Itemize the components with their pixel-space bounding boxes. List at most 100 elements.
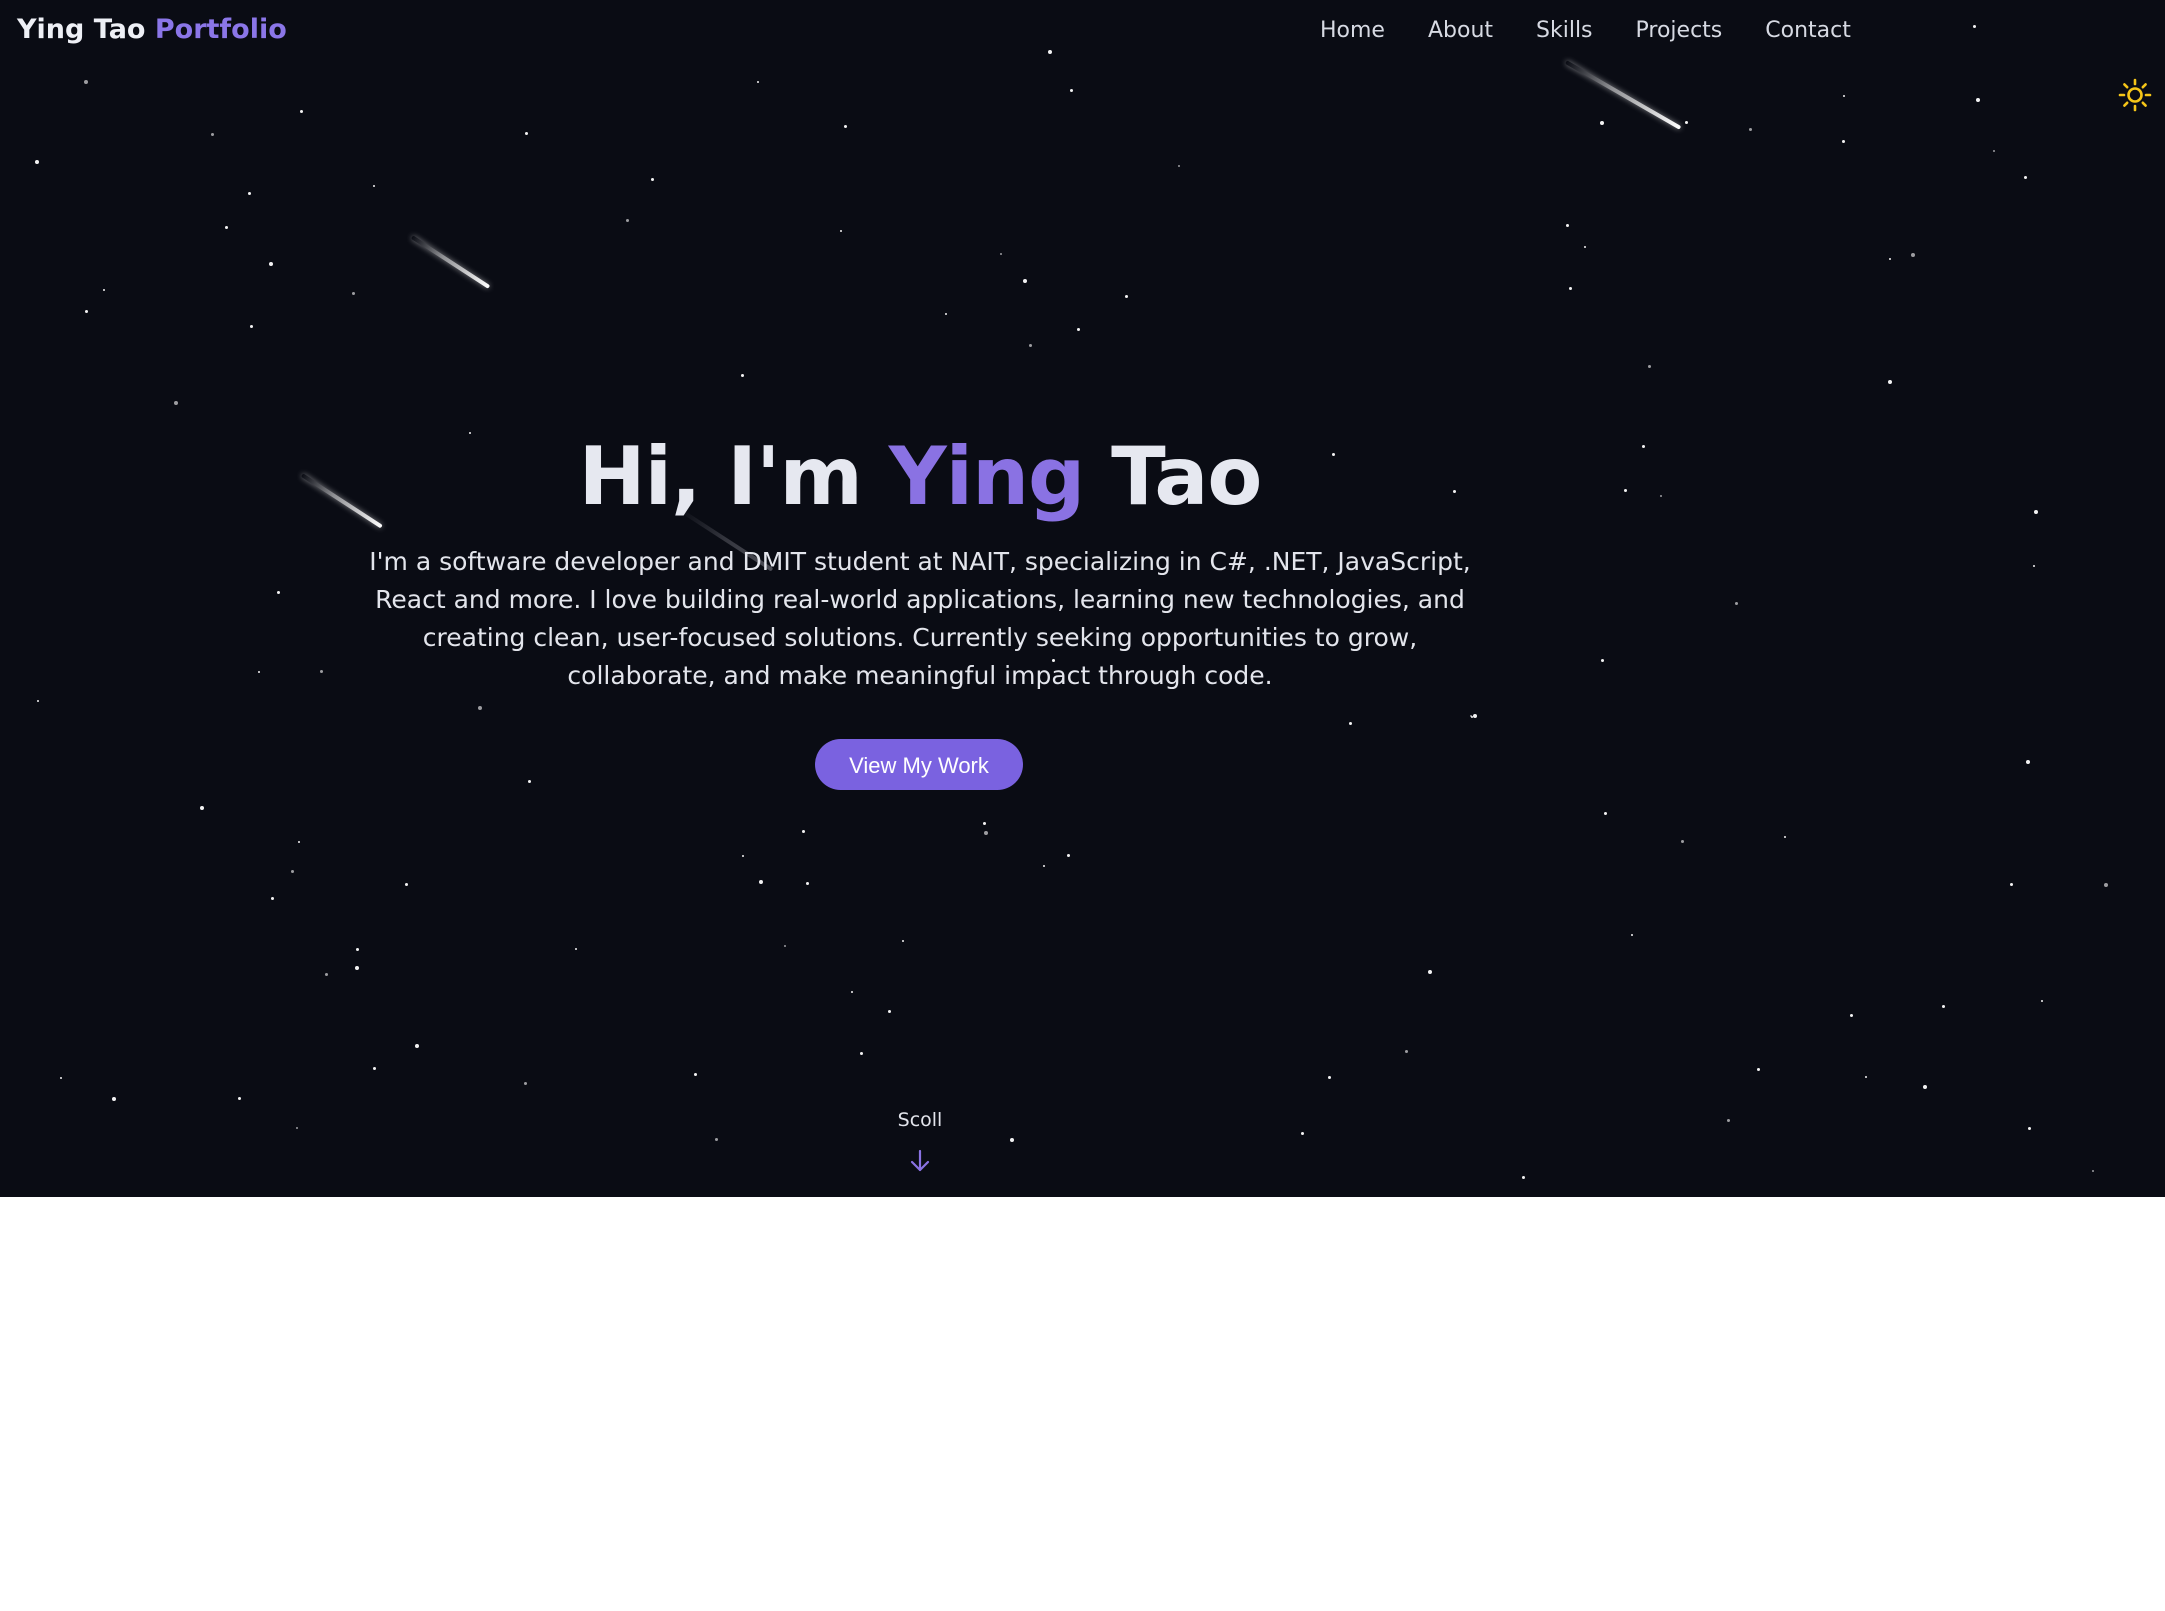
- hero-description: I'm a software developer and DMIT studen…: [369, 547, 1471, 690]
- star: [1473, 714, 1477, 718]
- star: [1973, 25, 1976, 28]
- star: [60, 1077, 62, 1079]
- star: [1566, 224, 1569, 227]
- star: [742, 855, 744, 857]
- star: [528, 780, 531, 783]
- star: [1070, 89, 1073, 92]
- star: [1125, 295, 1128, 298]
- star: [840, 230, 842, 232]
- star: [1784, 836, 1786, 838]
- star: [84, 80, 88, 84]
- arrow-down-icon[interactable]: [909, 1147, 931, 1175]
- star: [1601, 659, 1604, 662]
- star: [902, 940, 904, 942]
- star: [888, 1010, 891, 1013]
- star: [860, 1052, 863, 1055]
- star: [1685, 121, 1688, 124]
- star: [1522, 1176, 1525, 1179]
- star: [984, 831, 988, 835]
- nav-skills[interactable]: Skills: [1536, 18, 1593, 43]
- hero-title: Hi, I'm Ying Tao: [0, 430, 1840, 523]
- star: [291, 870, 294, 873]
- star: [945, 313, 947, 315]
- nav-projects[interactable]: Projects: [1636, 18, 1723, 43]
- star: [757, 81, 759, 83]
- star: [1178, 165, 1180, 167]
- star: [478, 706, 482, 710]
- star: [325, 973, 328, 976]
- nav-home[interactable]: Home: [1320, 18, 1385, 43]
- star: [1010, 1138, 1014, 1142]
- star: [1888, 380, 1892, 384]
- star: [1301, 1132, 1304, 1135]
- nav-contact[interactable]: Contact: [1765, 18, 1851, 43]
- view-my-work-button[interactable]: View My Work: [815, 739, 1023, 790]
- star: [694, 1073, 697, 1076]
- star: [1757, 1068, 1760, 1071]
- star: [1749, 128, 1752, 131]
- star: [1023, 279, 1027, 283]
- star: [1631, 934, 1633, 936]
- star: [200, 806, 204, 810]
- star: [296, 1127, 298, 1129]
- star: [250, 325, 253, 328]
- star: [1976, 98, 1980, 102]
- star: [2034, 510, 2038, 514]
- star: [2092, 1170, 2094, 1172]
- star: [1584, 246, 1586, 248]
- star: [373, 1067, 376, 1070]
- star: [1604, 812, 1607, 815]
- star: [35, 160, 39, 164]
- star: [715, 1138, 718, 1141]
- hero-section: Ying Tao Portfolio Home About Skills Pro…: [0, 0, 2165, 1197]
- star: [1911, 253, 1915, 257]
- star: [300, 110, 303, 113]
- star: [1727, 1119, 1730, 1122]
- nav-about[interactable]: About: [1428, 18, 1493, 43]
- star: [174, 401, 178, 405]
- star: [851, 991, 853, 993]
- star: [1993, 150, 1995, 152]
- star: [1942, 1005, 1945, 1008]
- star: [277, 591, 280, 594]
- star: [2026, 760, 2030, 764]
- star: [112, 1097, 116, 1101]
- star: [1349, 722, 1352, 725]
- star: [405, 883, 408, 886]
- star: [2041, 1000, 2043, 1002]
- next-section: [0, 1197, 2165, 1611]
- star: [1048, 50, 1052, 54]
- star: [806, 882, 809, 885]
- brand-name: Ying Tao: [17, 14, 146, 45]
- star: [1600, 121, 1604, 125]
- star: [651, 178, 654, 181]
- star: [759, 880, 763, 884]
- star: [238, 1097, 241, 1100]
- star: [1405, 1050, 1408, 1053]
- star: [741, 374, 744, 377]
- star: [2010, 883, 2013, 886]
- star: [1067, 854, 1070, 857]
- star: [983, 822, 986, 825]
- main-nav: Home About Skills Projects Contact: [1320, 18, 1894, 43]
- hero-last-name: Tao: [1111, 430, 1262, 523]
- star: [103, 289, 105, 291]
- star: [269, 262, 273, 266]
- sun-icon: [2118, 78, 2152, 112]
- star: [1029, 344, 1032, 347]
- star: [1470, 715, 1472, 717]
- scroll-label[interactable]: Scoll: [820, 1109, 1020, 1131]
- star: [352, 292, 355, 295]
- star: [373, 185, 375, 187]
- star: [1923, 1085, 1927, 1089]
- theme-toggle-button[interactable]: [2118, 78, 2152, 112]
- star: [802, 830, 805, 833]
- star: [1865, 1076, 1867, 1078]
- star: [2104, 883, 2108, 887]
- brand-suffix: Portfolio: [154, 14, 287, 45]
- shooting-star: [1565, 60, 1682, 130]
- brand-logo[interactable]: Ying Tao Portfolio: [17, 14, 287, 45]
- hero-greeting: Hi, I'm: [578, 430, 863, 523]
- hero-first-name: Ying: [888, 430, 1086, 523]
- star: [85, 310, 88, 313]
